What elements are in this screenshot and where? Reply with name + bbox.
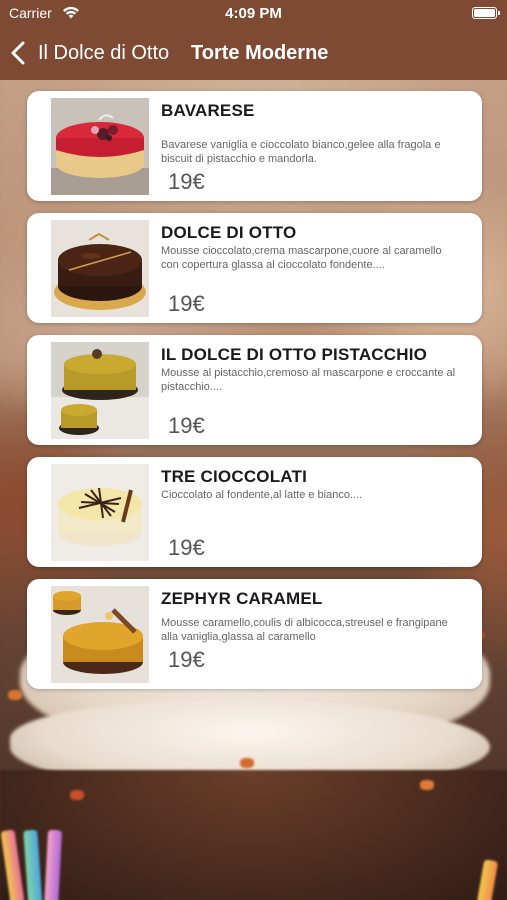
page-title: Torte Moderne [191,42,329,64]
product-card[interactable]: TRE CIOCCOLATI Cioccolato al fondente,al… [27,457,482,567]
product-price: 19€ [168,647,205,672]
product-name: DOLCE DI OTTO [161,223,297,242]
product-card[interactable]: ZEPHYR CARAMEL Mousse caramello,coulis d… [27,579,482,689]
product-name: ZEPHYR CARAMEL [161,589,323,608]
status-time: 4:09 PM [225,5,282,22]
product-price: 19€ [168,535,205,560]
product-name: TRE CIOCCOLATI [161,467,308,486]
product-name: IL DOLCE DI OTTO PISTACCHIO [161,345,428,364]
navigation-bar: Il Dolce di Otto Torte Moderne [0,28,507,80]
product-price: 19€ [168,169,205,194]
product-price: 19€ [168,291,205,316]
chevron-left-icon [11,41,25,65]
back-button-label: Il Dolce di Otto [38,41,170,64]
product-price: 19€ [168,413,205,438]
status-bar: Carrier 4:09 PM [0,0,507,28]
product-description: Mousse caramello,coulis di albicocca,str… [161,617,448,643]
product-image [51,586,149,683]
product-card[interactable]: IL DOLCE DI OTTO PISTACCHIO Mousse al pi… [27,335,482,445]
battery-icon [472,7,500,19]
product-name: BAVARESE [161,101,255,120]
product-description: Cioccolato al fondente,al latte e bianco… [161,489,363,501]
back-button[interactable]: Il Dolce di Otto [10,38,169,68]
product-image [51,342,149,439]
product-description: Bavarese vaniglia e cioccolato bianco,ge… [161,139,441,165]
product-image [51,220,149,317]
product-image [51,464,149,561]
product-card[interactable]: DOLCE DI OTTO Mousse cioccolato,crema ma… [27,213,482,323]
product-description: Mousse cioccolato,crema mascarpone,cuore… [161,245,442,271]
product-description: Mousse al pistacchio,cremoso al mascarpo… [161,367,456,393]
product-image [51,98,149,195]
product-card[interactable]: BAVARESE Bavarese vaniglia e cioccolato … [27,91,482,201]
